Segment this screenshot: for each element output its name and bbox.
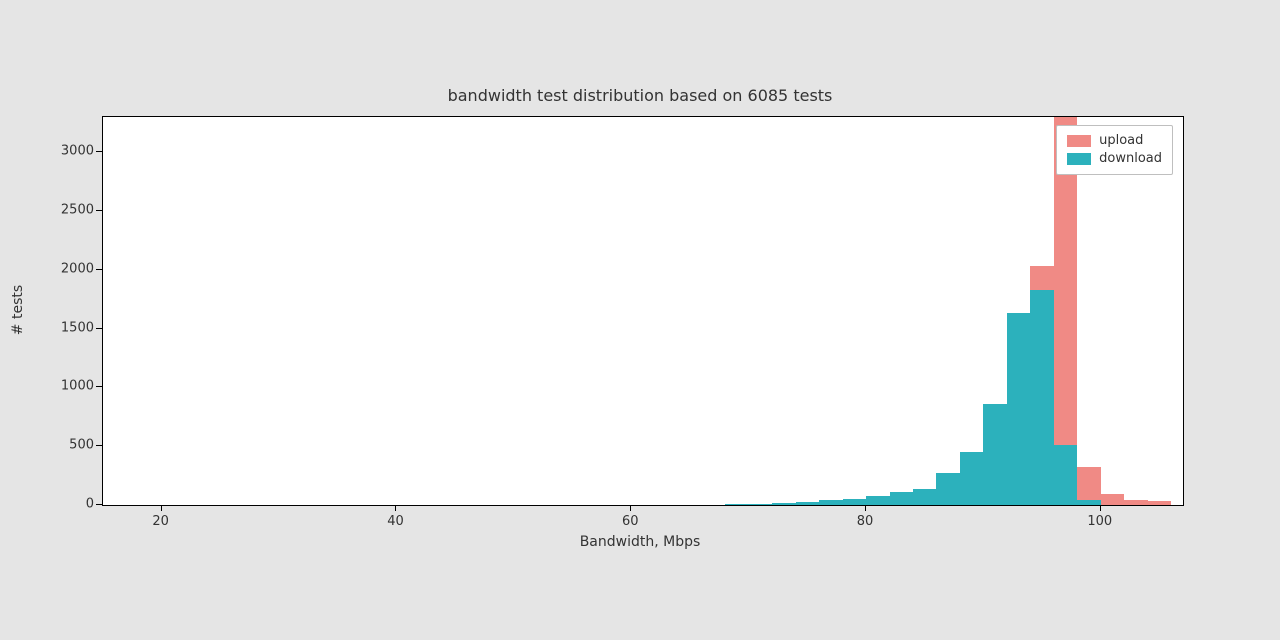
bar-download	[866, 496, 889, 505]
bar-upload	[1124, 500, 1147, 505]
bar-download	[1054, 445, 1077, 505]
bar-download	[843, 499, 866, 505]
y-tick-mark	[96, 504, 102, 505]
bar-upload	[1101, 494, 1124, 505]
y-tick-label: 2500	[34, 203, 94, 218]
legend-label-upload: upload	[1099, 132, 1143, 150]
plot-area: upload download	[102, 116, 1184, 506]
x-tick-mark	[395, 505, 396, 511]
bar-download	[983, 404, 1006, 505]
bars-layer	[103, 117, 1183, 505]
x-tick-label: 100	[1080, 514, 1120, 529]
y-tick-label: 0	[34, 497, 94, 512]
y-tick-mark	[96, 386, 102, 387]
bar-download	[1030, 290, 1053, 505]
bar-download	[890, 492, 913, 505]
legend-swatch-download	[1067, 153, 1091, 165]
x-tick-mark	[865, 505, 866, 511]
bar-download	[960, 452, 983, 505]
y-tick-mark	[96, 210, 102, 211]
y-tick-label: 3000	[34, 144, 94, 159]
chart-title: bandwidth test distribution based on 608…	[0, 86, 1280, 105]
x-tick-mark	[1100, 505, 1101, 511]
x-tick-mark	[630, 505, 631, 511]
figure-canvas: bandwidth test distribution based on 608…	[0, 0, 1280, 640]
bar-download	[819, 500, 842, 505]
bar-download	[1007, 313, 1030, 505]
x-tick-mark	[161, 505, 162, 511]
x-tick-label: 20	[141, 514, 181, 529]
legend: upload download	[1056, 125, 1173, 175]
legend-label-download: download	[1099, 150, 1162, 168]
y-tick-label: 1000	[34, 379, 94, 394]
bar-download	[796, 502, 819, 505]
bar-download	[913, 489, 936, 505]
x-tick-label: 40	[375, 514, 415, 529]
legend-swatch-upload	[1067, 135, 1091, 147]
y-tick-label: 1500	[34, 320, 94, 335]
legend-entry-download: download	[1067, 150, 1162, 168]
x-axis-label: Bandwidth, Mbps	[0, 534, 1280, 550]
bar-download	[725, 504, 748, 505]
y-tick-mark	[96, 445, 102, 446]
y-tick-label: 500	[34, 438, 94, 453]
bar-download	[936, 473, 959, 505]
x-tick-label: 80	[845, 514, 885, 529]
legend-entry-upload: upload	[1067, 132, 1162, 150]
bar-upload	[1148, 501, 1171, 505]
y-tick-label: 2000	[34, 261, 94, 276]
bar-download	[749, 504, 772, 505]
bar-download	[772, 503, 795, 505]
y-tick-mark	[96, 269, 102, 270]
x-tick-label: 60	[610, 514, 650, 529]
y-tick-mark	[96, 328, 102, 329]
y-tick-mark	[96, 151, 102, 152]
bar-download	[1077, 500, 1100, 505]
